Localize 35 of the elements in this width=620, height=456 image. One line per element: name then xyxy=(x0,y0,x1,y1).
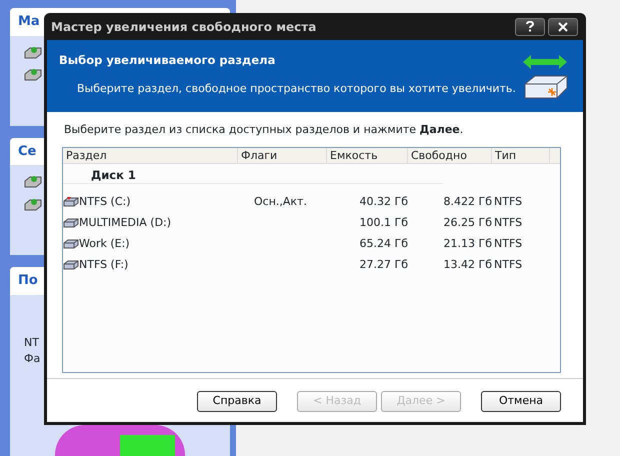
table-cell: Осн.,Акт. xyxy=(254,194,307,208)
drive-icon xyxy=(24,173,42,189)
close-button[interactable] xyxy=(548,18,578,36)
column-header[interactable]: Тип xyxy=(492,148,550,162)
table-cell: NTFS xyxy=(494,258,522,271)
panel-text: Фа xyxy=(24,351,42,367)
wizard-button[interactable]: Справка xyxy=(197,391,277,412)
close-icon xyxy=(558,22,568,32)
partition-name[interactable]: MULTIMEDIA (D:) xyxy=(79,214,172,232)
wizard-subtitle: Выберите раздел, свободное пространство которого вы хотите увеличить. xyxy=(76,81,516,98)
partition-name[interactable]: Work (E:) xyxy=(79,236,130,252)
table-cell: 65.24 Гб xyxy=(360,236,408,250)
column-header[interactable]: Свободно xyxy=(408,148,492,162)
table-cell: 26.25 Гб xyxy=(444,216,492,229)
table-cell: NTFS xyxy=(494,216,522,229)
help-icon xyxy=(526,21,534,32)
instruction-text: Выберите раздел из списка доступных разделов и нажмите Далее. xyxy=(63,122,464,138)
partition-name[interactable]: NTFS (C:) xyxy=(79,194,131,210)
table-cell: 27.27 Гб xyxy=(360,258,408,271)
table-cell: NTFS xyxy=(494,194,522,208)
drive-icon xyxy=(24,66,42,82)
table-cell: 8.422 Гб xyxy=(444,194,492,208)
table-cell: 21.13 Гб xyxy=(444,236,492,250)
disk-group-label: Диск 1 xyxy=(63,164,443,184)
table-cell: NTFS xyxy=(494,236,522,250)
table-cell: 13.42 Гб xyxy=(444,258,492,271)
table-cell: 40.32 Гб xyxy=(360,194,408,208)
help-button[interactable] xyxy=(514,18,545,36)
wizard-button[interactable]: Отмена xyxy=(481,391,561,412)
table-cell: 100.1 Гб xyxy=(360,216,408,229)
column-header[interactable]: Раздел xyxy=(63,148,238,162)
panel-text: NT xyxy=(24,334,40,350)
column-header[interactable]: Емкость xyxy=(327,148,408,162)
wizard-heading: Выбор увеличиваемого раздела xyxy=(59,52,276,69)
column-header[interactable]: Флаги xyxy=(238,148,327,162)
